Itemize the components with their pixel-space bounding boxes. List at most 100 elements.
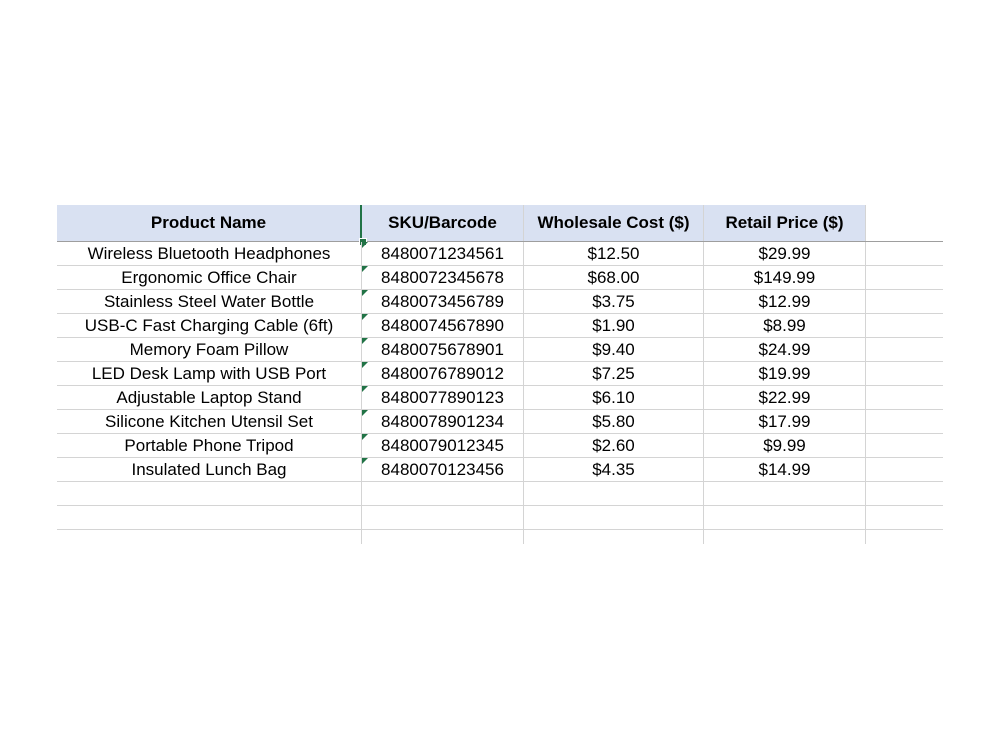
empty-cell[interactable] <box>524 482 704 505</box>
error-indicator-icon[interactable] <box>362 434 368 440</box>
empty-cell[interactable] <box>524 530 704 544</box>
sku-cell[interactable]: 8480078901234 <box>362 410 524 433</box>
wholesale-cost-cell-text: $2.60 <box>592 435 635 455</box>
table-row: Silicone Kitchen Utensil Set 848007890123… <box>57 410 943 434</box>
empty-cell[interactable] <box>362 506 524 529</box>
wholesale-cost-cell-text: $12.50 <box>587 243 640 263</box>
retail-price-cell[interactable]: $14.99 <box>704 458 866 481</box>
empty-cell[interactable] <box>362 530 524 544</box>
wholesale-cost-cell[interactable]: $3.75 <box>524 290 704 313</box>
wholesale-cost-cell[interactable]: $7.25 <box>524 362 704 385</box>
retail-price-cell[interactable]: $24.99 <box>704 338 866 361</box>
sku-cell[interactable]: 8480072345678 <box>362 266 524 289</box>
product-name-cell-text: LED Desk Lamp with USB Port <box>91 363 327 383</box>
product-name-cell[interactable]: Ergonomic Office Chair <box>57 266 362 289</box>
wholesale-cost-cell[interactable]: $4.35 <box>524 458 704 481</box>
sku-cell-text: 8480070123456 <box>381 459 504 479</box>
sku-cell[interactable]: 8480079012345 <box>362 434 524 457</box>
empty-cell[interactable] <box>866 362 943 385</box>
product-name-cell[interactable]: Portable Phone Tripod <box>57 434 362 457</box>
header-wholesale-cost[interactable]: Wholesale Cost ($) <box>524 205 704 241</box>
retail-price-cell[interactable]: $9.99 <box>704 434 866 457</box>
wholesale-cost-cell[interactable]: $12.50 <box>524 242 704 265</box>
product-name-cell[interactable]: Memory Foam Pillow <box>57 338 362 361</box>
error-indicator-icon[interactable] <box>362 290 368 296</box>
empty-cell[interactable] <box>866 506 943 529</box>
wholesale-cost-cell[interactable]: $5.80 <box>524 410 704 433</box>
empty-cell[interactable] <box>866 338 943 361</box>
sku-cell[interactable]: 8480076789012 <box>362 362 524 385</box>
retail-price-cell-text: $12.99 <box>758 291 811 311</box>
product-name-cell-text: Wireless Bluetooth Headphones <box>87 243 331 263</box>
wholesale-cost-cell[interactable]: $1.90 <box>524 314 704 337</box>
empty-cell[interactable] <box>704 530 866 544</box>
sku-cell[interactable]: 8480074567890 <box>362 314 524 337</box>
retail-price-cell[interactable]: $17.99 <box>704 410 866 433</box>
error-indicator-icon[interactable] <box>362 266 368 272</box>
sku-cell-text: 8480076789012 <box>381 363 504 383</box>
product-name-cell[interactable]: Stainless Steel Water Bottle <box>57 290 362 313</box>
product-name-cell-text: Stainless Steel Water Bottle <box>103 291 315 311</box>
empty-cell[interactable] <box>362 482 524 505</box>
product-name-cell[interactable]: Wireless Bluetooth Headphones <box>57 242 362 265</box>
wholesale-cost-cell-text: $6.10 <box>592 387 635 407</box>
retail-price-cell-text: $8.99 <box>763 315 806 335</box>
error-indicator-icon[interactable] <box>362 458 368 464</box>
empty-cell[interactable] <box>866 242 943 265</box>
error-indicator-icon[interactable] <box>362 386 368 392</box>
product-name-cell[interactable]: USB-C Fast Charging Cable (6ft) <box>57 314 362 337</box>
error-indicator-icon[interactable] <box>362 338 368 344</box>
sku-cell-text: 8480074567890 <box>381 315 504 335</box>
error-indicator-icon[interactable] <box>362 314 368 320</box>
wholesale-cost-cell[interactable]: $68.00 <box>524 266 704 289</box>
table-row: Ergonomic Office Chair 8480072345678 $68.0… <box>57 266 943 290</box>
empty-cell[interactable] <box>866 266 943 289</box>
retail-price-cell[interactable]: $12.99 <box>704 290 866 313</box>
retail-price-cell[interactable]: $29.99 <box>704 242 866 265</box>
sku-cell[interactable]: 8480071234561 <box>362 242 524 265</box>
wholesale-cost-cell[interactable]: $2.60 <box>524 434 704 457</box>
empty-cell[interactable] <box>704 506 866 529</box>
empty-cell[interactable] <box>866 386 943 409</box>
wholesale-cost-cell[interactable]: $9.40 <box>524 338 704 361</box>
header-sku-barcode[interactable]: SKU/Barcode <box>362 205 524 241</box>
retail-price-cell[interactable]: $8.99 <box>704 314 866 337</box>
error-indicator-icon[interactable] <box>362 410 368 416</box>
table-row: Wireless Bluetooth Headphones 84800712345… <box>57 242 943 266</box>
empty-cell[interactable] <box>866 205 943 241</box>
empty-cell[interactable] <box>866 314 943 337</box>
error-indicator-icon[interactable] <box>362 362 368 368</box>
error-indicator-icon[interactable] <box>362 242 368 248</box>
product-name-cell[interactable]: Adjustable Laptop Stand <box>57 386 362 409</box>
empty-cell[interactable] <box>866 482 943 505</box>
retail-price-cell[interactable]: $149.99 <box>704 266 866 289</box>
sku-cell-text: 8480079012345 <box>381 435 504 455</box>
sku-cell[interactable]: 8480070123456 <box>362 458 524 481</box>
sku-cell[interactable]: 8480075678901 <box>362 338 524 361</box>
empty-cell[interactable] <box>57 530 362 544</box>
header-retail-price[interactable]: Retail Price ($) <box>704 205 866 241</box>
retail-price-cell[interactable]: $19.99 <box>704 362 866 385</box>
product-name-cell[interactable]: Insulated Lunch Bag <box>57 458 362 481</box>
empty-cell[interactable] <box>704 482 866 505</box>
empty-cell[interactable] <box>866 458 943 481</box>
empty-cell[interactable] <box>57 482 362 505</box>
product-name-cell-text: Adjustable Laptop Stand <box>116 387 302 407</box>
empty-cell[interactable] <box>524 506 704 529</box>
empty-cell[interactable] <box>866 410 943 433</box>
sku-cell[interactable]: 8480077890123 <box>362 386 524 409</box>
sku-cell[interactable]: 8480073456789 <box>362 290 524 313</box>
table-row: LED Desk Lamp with USB Port 8480076789012… <box>57 362 943 386</box>
empty-cell[interactable] <box>866 290 943 313</box>
wholesale-cost-cell-text: $3.75 <box>592 291 635 311</box>
retail-price-cell-text: $9.99 <box>763 435 806 455</box>
wholesale-cost-cell[interactable]: $6.10 <box>524 386 704 409</box>
product-name-cell[interactable]: Silicone Kitchen Utensil Set <box>57 410 362 433</box>
empty-cell[interactable] <box>866 434 943 457</box>
product-name-cell[interactable]: LED Desk Lamp with USB Port <box>57 362 362 385</box>
wholesale-cost-cell-text: $7.25 <box>592 363 635 383</box>
empty-cell[interactable] <box>57 506 362 529</box>
header-product-name[interactable]: Product Name <box>57 205 362 241</box>
table-row: Stainless Steel Water Bottle 848007345678… <box>57 290 943 314</box>
retail-price-cell[interactable]: $22.99 <box>704 386 866 409</box>
